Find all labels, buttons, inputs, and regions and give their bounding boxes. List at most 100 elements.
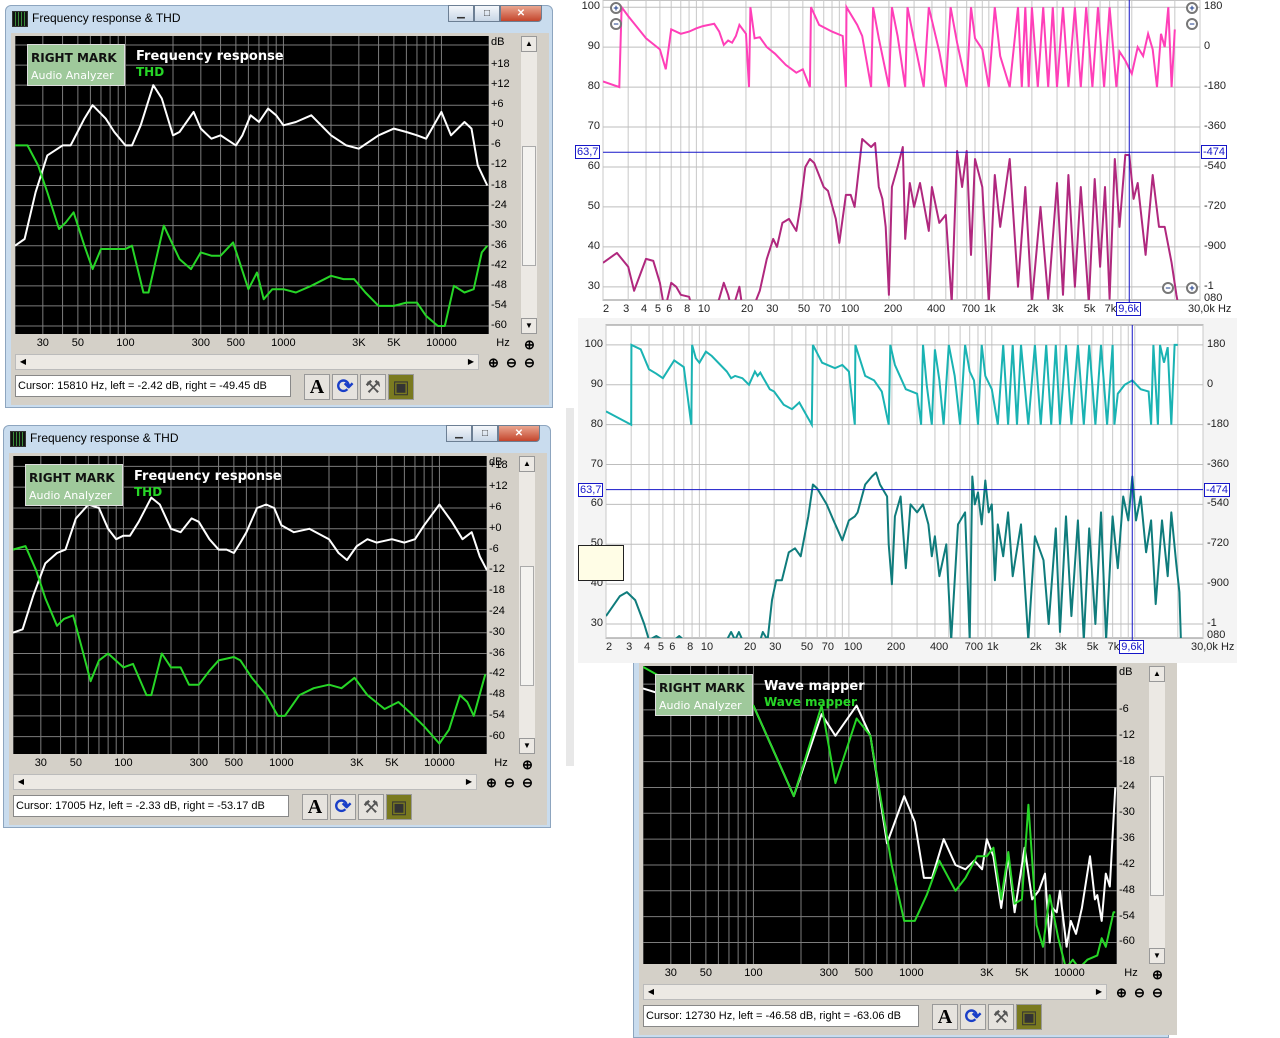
font-button[interactable]: A — [932, 1004, 958, 1030]
scroll-left-arrow[interactable]: ◀ — [16, 355, 30, 369]
x-axis-label: 30,0k Hz — [1191, 641, 1235, 653]
close-button[interactable]: ✕ — [498, 425, 540, 442]
x-axis-label: 3k — [1055, 641, 1067, 653]
zoom-out-icon[interactable]: ⊖ — [502, 775, 517, 790]
rmaa-window-frequency-response-1: Frequency response & THD ▁ □ ✕ RIGHT MARK Aud… — [5, 5, 553, 408]
zoom-out-icon[interactable]: − — [1186, 18, 1198, 30]
x-unit-label: Hz — [494, 757, 508, 769]
zoom-out-icon[interactable]: ⊖ — [504, 355, 519, 370]
client-area: RIGHT MARK Audio Analyzer Wave mapper Wave … — [639, 663, 1177, 1035]
font-button[interactable]: A — [302, 794, 328, 820]
zoom-in-vertical-icon[interactable]: ⊕ — [522, 337, 537, 352]
save-disk-button[interactable]: ▣ — [1016, 1004, 1042, 1030]
x-axis-label: 20 — [740, 303, 754, 315]
x-axis-label: 3 — [623, 303, 630, 315]
right-axis-phase-label: -180 — [1204, 80, 1227, 93]
y-tick-label: -18 — [1119, 754, 1135, 767]
series-line-left — [13, 496, 487, 634]
right-axis-phase-label: 180 — [1207, 337, 1226, 350]
minimize-button[interactable]: ▁ — [446, 425, 472, 442]
scroll-left-arrow[interactable]: ◀ — [644, 985, 658, 999]
scroll-right-arrow[interactable]: ▶ — [1092, 985, 1106, 999]
rew-magnitude-phase-chart-teal[interactable]: 100 90 80 70 60 50 40 30 180 0 -180 -360 -540 -720 -90… — [578, 318, 1237, 663]
x-axis-label: 7k — [1107, 641, 1120, 653]
scroll-left-arrow[interactable]: ◀ — [14, 775, 28, 789]
scroll-right-arrow[interactable]: ▶ — [462, 775, 476, 789]
x-axis-label: 5 — [654, 303, 661, 315]
vertical-scrollbar[interactable]: ▲ ▼ — [521, 36, 537, 334]
zoom-in-vertical-icon[interactable]: ⊕ — [1150, 967, 1165, 982]
vertical-scrollbar[interactable]: ▲ ▼ — [1149, 666, 1165, 964]
font-button[interactable]: A — [304, 374, 330, 400]
y-tick-label: -54 — [1119, 909, 1135, 922]
zoom-in-vertical-icon[interactable]: ⊕ — [520, 757, 535, 772]
plot-area[interactable]: RIGHT MARK Audio Analyzer Frequency respon… — [13, 456, 487, 754]
scroll-up-arrow[interactable]: ▲ — [1149, 666, 1165, 682]
settings-wrench-button[interactable]: ⚒ — [358, 794, 384, 820]
refresh-button[interactable]: ⟳ — [960, 1004, 986, 1030]
settings-wrench-button[interactable]: ⚒ — [988, 1004, 1014, 1030]
maximize-button[interactable]: □ — [474, 5, 500, 22]
scroll-down-arrow[interactable]: ▼ — [1149, 948, 1165, 964]
minimize-button[interactable]: ▁ — [448, 5, 474, 22]
zoom-out-icon[interactable]: − — [1162, 282, 1174, 294]
horizontal-scrollbar[interactable]: ◀ ▶ — [15, 354, 479, 370]
vertical-scrollbar[interactable]: ▲ ▼ — [519, 456, 535, 754]
rew-magnitude-phase-chart-magenta[interactable]: 100 90 80 70 60 50 40 30 180 0 -180 -360 -540 -720 -90… — [575, 0, 1231, 318]
rmaa-window-frequency-response-2: Frequency response & THD ▁ □ ✕ RIGHT MARK Aud… — [3, 425, 551, 828]
maximize-button[interactable]: □ — [472, 425, 498, 442]
zoom-in-icon[interactable]: ⊕ — [1114, 985, 1129, 1000]
zoom-in-icon[interactable]: + — [1186, 282, 1198, 294]
scroll-thumb[interactable] — [522, 146, 536, 266]
horizontal-scrollbar[interactable]: ◀ ▶ — [643, 984, 1107, 1000]
left-axis-label: 90 — [587, 40, 600, 53]
zoom-in-icon[interactable]: ⊕ — [484, 775, 499, 790]
scroll-up-arrow[interactable]: ▲ — [519, 456, 535, 472]
y-tick-label: -60 — [489, 729, 505, 742]
scroll-thumb[interactable] — [520, 566, 534, 686]
zoom-out-full-icon[interactable]: ⊖ — [1150, 985, 1165, 1000]
save-disk-button[interactable]: ▣ — [386, 794, 412, 820]
x-axis-label: 50 — [800, 641, 814, 653]
x-axis-label: 1k — [986, 641, 999, 653]
settings-wrench-button[interactable]: ⚒ — [360, 374, 386, 400]
app-icon — [10, 431, 26, 447]
y-unit-label: dB — [1119, 666, 1133, 678]
zoom-out-icon[interactable]: − — [610, 18, 622, 30]
x-axis-label: 30 — [769, 641, 782, 653]
logo-text: RIGHT MARK — [31, 51, 117, 65]
plot-area[interactable]: RIGHT MARK Audio Analyzer Frequency respon… — [15, 36, 489, 334]
window-title: Frequency response & THD — [32, 11, 181, 25]
scroll-right-arrow[interactable]: ▶ — [464, 355, 478, 369]
plot-area[interactable]: RIGHT MARK Audio Analyzer Wave mapper Wave … — [643, 666, 1117, 964]
background-window-edge — [566, 408, 574, 766]
scroll-thumb[interactable] — [1150, 776, 1164, 896]
x-tick-label: 500 — [226, 337, 246, 349]
zoom-out-full-icon[interactable]: ⊖ — [520, 775, 535, 790]
rightmark-logo: RIGHT MARK Audio Analyzer — [25, 464, 123, 506]
close-button[interactable]: ✕ — [500, 5, 542, 22]
title-bar[interactable]: Frequency response & THD ▁ □ ✕ — [6, 5, 552, 32]
scroll-down-arrow[interactable]: ▼ — [521, 318, 537, 334]
zoom-out-full-icon[interactable]: ⊖ — [522, 355, 537, 370]
zoom-in-icon[interactable]: ⊕ — [486, 355, 501, 370]
zoom-out-icon[interactable]: ⊖ — [1132, 985, 1147, 1000]
x-axis-label: 400 — [926, 303, 946, 315]
scroll-down-arrow[interactable]: ▼ — [519, 738, 535, 754]
horizontal-scrollbar[interactable]: ◀ ▶ — [13, 774, 477, 790]
y-tick-label: +0 — [491, 118, 504, 131]
zoom-in-icon[interactable]: + — [610, 2, 622, 14]
zoom-in-icon[interactable]: + — [1186, 2, 1198, 14]
scroll-up-arrow[interactable]: ▲ — [521, 36, 537, 52]
y-tick-label: -6 — [1119, 702, 1129, 715]
save-disk-button[interactable]: ▣ — [388, 374, 414, 400]
left-axis-label: 60 — [590, 497, 603, 510]
title-bar[interactable]: Frequency response & THD ▁ □ ✕ — [4, 425, 550, 452]
cursor-readout: Cursor: 15810 Hz, left = -2.42 dB, right… — [15, 375, 291, 397]
x-axis-label: 2k — [1029, 641, 1042, 653]
refresh-button[interactable]: ⟳ — [332, 374, 358, 400]
x-axis-label: 8 — [684, 303, 691, 315]
legend-right-channel: THD — [136, 65, 165, 79]
refresh-button[interactable]: ⟳ — [330, 794, 356, 820]
x-tick-label: 1000 — [899, 967, 924, 979]
